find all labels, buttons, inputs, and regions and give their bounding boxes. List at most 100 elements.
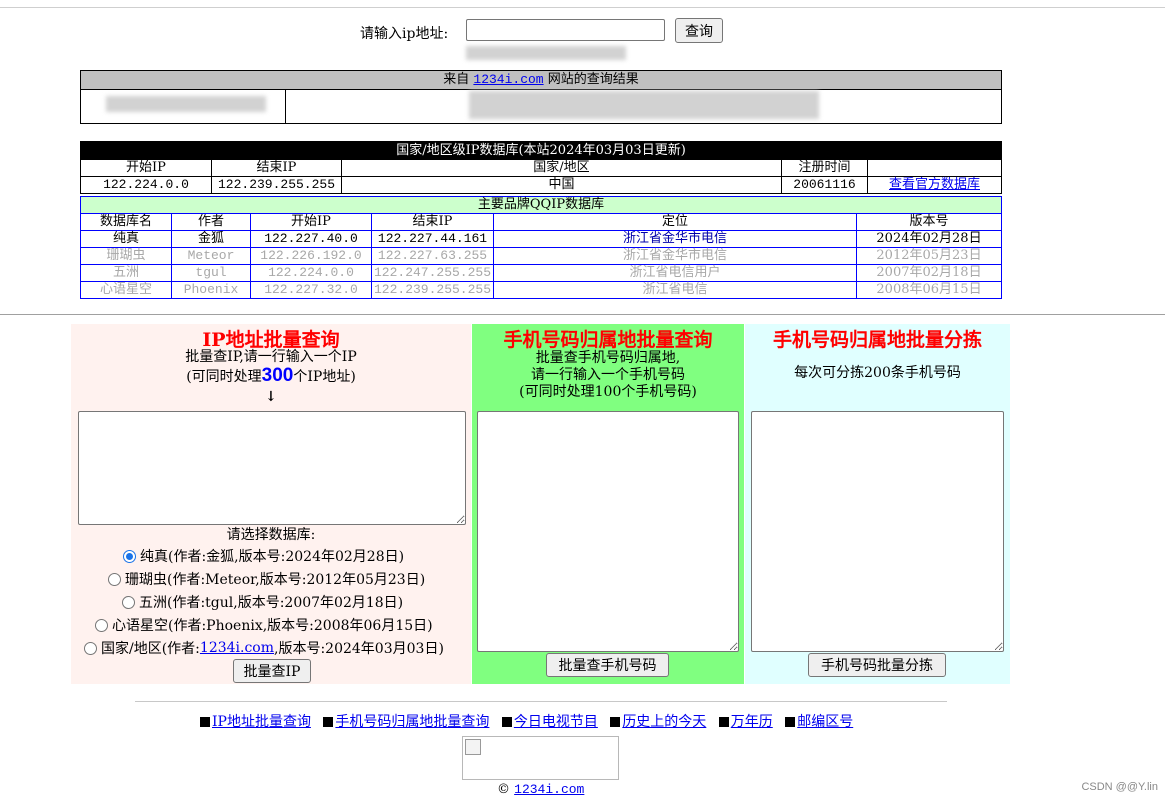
top-divider <box>0 7 1165 8</box>
national-db-title: 国家/地区级IP数据库(本站2024年03月03日更新) <box>80 141 1002 160</box>
phone-sort-title: 手机号码归属地批量分拣 <box>772 329 982 351</box>
qqip-db-title: 主要品牌QQIP数据库 <box>80 196 1002 214</box>
ip-input-label: 请输入ip地址: <box>360 26 449 42</box>
ip-limit-number: 300 <box>261 365 294 386</box>
cell-official-link: 查看官方数据库 <box>867 176 1002 194</box>
cell-db-name: 心语星空 <box>80 281 172 299</box>
cell-location: 浙江省电信用户 <box>493 264 857 282</box>
phone-sort-desc: 每次可分拣200条手机号码 <box>794 365 961 381</box>
db-option-chunzhen[interactable]: 纯真(作者:金狐,版本号:2024年02月28日) <box>123 546 404 566</box>
col-country: 国家/地区 <box>341 159 782 177</box>
cell-location: 浙江省金华市电信 <box>493 247 857 265</box>
watermark: CSDN @@Y.lin <box>1081 781 1158 793</box>
footer-link-tv[interactable]: 今日电视节目 <box>514 714 598 730</box>
cell-start-ip: 122.227.32.0 <box>250 281 372 299</box>
result-suffix: 网站的查询结果 <box>547 72 639 87</box>
col-db-name: 数据库名 <box>80 213 172 231</box>
db-option-label: 纯真(作者:金狐,版本号:2024年02月28日) <box>140 549 405 565</box>
blurred-ip-value <box>106 96 266 112</box>
result-header: 来自 1234i.com 网站的查询结果 <box>81 71 1001 90</box>
bullet-icon <box>323 717 334 727</box>
ip-batch-desc: 批量查IP,请一行输入一个IP <box>185 349 357 365</box>
radio-icon[interactable] <box>122 595 135 609</box>
db-option-label-suffix: ,版本号:2024年03月03日) <box>274 641 444 657</box>
down-arrow-icon: ↓ <box>265 389 277 405</box>
cell-start-ip: 122.224.0.0 <box>250 264 372 282</box>
national-db-table: 国家/地区级IP数据库(本站2024年03月03日更新) 开始IP 结束IP 国… <box>80 141 1002 194</box>
bullet-icon <box>785 717 796 727</box>
footer-link-calendar[interactable]: 万年历 <box>731 714 773 730</box>
phone-batch-limit: (可同时处理100个手机号码) <box>519 384 697 400</box>
db-option-shanhuchong[interactable]: 珊瑚虫(作者:Meteor,版本号:2012年05月23日) <box>108 569 425 589</box>
cell-author: 金狐 <box>171 230 251 248</box>
copyright: © 1234i.com <box>497 782 584 797</box>
phone-batch-desc2: 请一行输入一个手机号码 <box>531 367 685 383</box>
col-start-ip: 开始IP <box>80 159 212 177</box>
radio-selected-icon[interactable] <box>123 549 136 563</box>
cell-db-name: 纯真 <box>80 230 172 248</box>
cell-start-ip: 122.226.192.0 <box>250 247 372 265</box>
col-author: 作者 <box>171 213 251 231</box>
result-divider <box>285 90 286 123</box>
broken-image <box>462 736 619 780</box>
radio-icon[interactable] <box>95 618 108 632</box>
option-site-link[interactable]: 1234i.com <box>200 640 274 656</box>
cell-author: Phoenix <box>171 281 251 299</box>
blurred-location-value <box>469 91 819 119</box>
phone-batch-panel: 手机号码归属地批量查询 批量查手机号码归属地, 请一行输入一个手机号码 (可同时… <box>472 324 744 684</box>
cell-end-ip: 122.239.255.255 <box>211 176 342 194</box>
cell-start-ip: 122.227.40.0 <box>250 230 372 248</box>
copyright-link[interactable]: 1234i.com <box>514 782 584 797</box>
section-divider <box>0 314 1165 315</box>
phone-batch-title: 手机号码归属地批量查询 <box>503 329 713 351</box>
radio-icon[interactable] <box>108 572 121 586</box>
footer-link-ip-batch[interactable]: IP地址批量查询 <box>212 714 311 730</box>
cell-db-name: 五洲 <box>80 264 172 282</box>
db-option-wuzhou[interactable]: 五洲(作者:tgul,版本号:2007年02月18日) <box>122 592 403 612</box>
phone-sort-textarea[interactable] <box>751 411 1004 652</box>
table-row: 心语星空 Phoenix 122.227.32.0 122.239.255.25… <box>80 281 1002 299</box>
cell-version: 2012年05月23日 <box>856 247 1002 265</box>
col-start-ip: 开始IP <box>250 213 372 231</box>
bullet-icon <box>610 717 621 727</box>
ip-input[interactable] <box>466 19 665 41</box>
db-option-xinyu[interactable]: 心语星空(作者:Phoenix,版本号:2008年06月15日) <box>95 615 433 635</box>
cell-author: Meteor <box>171 247 251 265</box>
official-db-link[interactable]: 查看官方数据库 <box>889 177 980 192</box>
footer-link-history[interactable]: 历史上的今天 <box>622 714 706 730</box>
batch-ip-button[interactable]: 批量查IP <box>233 659 311 683</box>
col-location: 定位 <box>493 213 857 231</box>
cell-reg-time: 20061116 <box>781 176 868 194</box>
bullet-icon <box>501 717 512 727</box>
col-reg-time: 注册时间 <box>781 159 868 177</box>
radio-icon[interactable] <box>84 641 97 655</box>
batch-phone-button[interactable]: 批量查手机号码 <box>546 653 669 677</box>
cell-version: 2007年02月18日 <box>856 264 1002 282</box>
bullet-icon <box>200 717 210 727</box>
ip-limit-post: 个IP地址) <box>293 369 356 385</box>
site-link[interactable]: 1234i.com <box>473 72 543 87</box>
cell-db-name: 珊瑚虫 <box>80 247 172 265</box>
ip-limit-pre: (可同时处理 <box>186 369 262 385</box>
footer-link-phone-batch[interactable]: 手机号码归属地批量查询 <box>335 714 489 730</box>
footer-link-zipcode[interactable]: 邮编区号 <box>797 714 853 730</box>
table-row: 纯真 金狐 122.227.40.0 122.227.44.161 浙江省金华市… <box>80 230 1002 248</box>
ip-batch-limit: (可同时处理300个IP地址) <box>71 365 471 386</box>
db-option-national[interactable]: 国家/地区(作者: 1234i.com ,版本号:2024年03月03日) <box>84 638 444 658</box>
cell-end-ip: 122.239.255.255 <box>371 281 494 299</box>
cell-country: 中国 <box>341 176 782 194</box>
bullet-icon <box>718 717 729 727</box>
cell-end-ip: 122.247.255.255 <box>371 264 494 282</box>
table-row: 五洲 tgul 122.224.0.0 122.247.255.255 浙江省电… <box>80 264 1002 282</box>
phone-batch-textarea[interactable] <box>477 411 739 652</box>
footer-divider <box>135 701 947 702</box>
cell-end-ip: 122.227.63.255 <box>371 247 494 265</box>
batch-sort-button[interactable]: 手机号码批量分拣 <box>808 653 946 677</box>
result-box: 来自 1234i.com 网站的查询结果 <box>80 70 1002 124</box>
phone-batch-desc1: 批量查手机号码归属地, <box>535 350 681 366</box>
query-button[interactable]: 查询 <box>675 18 723 43</box>
footer-links: IP地址批量查询 手机号码归属地批量查询 今日电视节目 历史上的今天 万年历 邮… <box>200 711 853 731</box>
db-option-label: 五洲(作者:tgul,版本号:2007年02月18日) <box>139 595 404 611</box>
ip-batch-textarea[interactable] <box>78 411 466 525</box>
db-option-label: 心语星空(作者:Phoenix,版本号:2008年06月15日) <box>112 618 433 634</box>
